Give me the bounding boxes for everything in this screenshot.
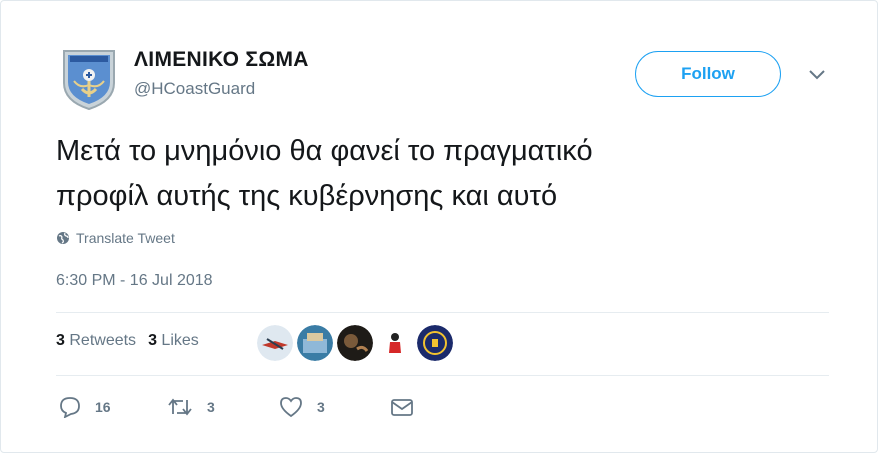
translate-tweet-link[interactable]: Translate Tweet [56,229,175,247]
likers-avatars [257,325,457,361]
follow-button[interactable]: Follow [635,51,781,97]
like-count: 3 [317,399,325,415]
divider [56,312,829,313]
likes-stat[interactable]: 3 Likes [148,332,199,350]
chevron-down-icon[interactable] [807,67,827,81]
retweets-stat[interactable]: 3 Retweets [56,332,136,350]
direct-message-button[interactable] [390,395,414,419]
divider [56,375,829,376]
retweet-icon [168,398,192,416]
message-icon [391,399,413,416]
liker-avatar[interactable] [337,325,373,361]
engagement-stats: 3 Retweets 3 Likes [56,332,211,350]
retweet-count: 3 [207,399,215,415]
liker-avatar[interactable] [377,325,413,361]
liker-avatar[interactable] [257,325,293,361]
liker-avatar[interactable] [297,325,333,361]
likes-label: Likes [161,332,199,349]
likes-count: 3 [148,332,157,349]
reply-icon [60,397,80,418]
reply-button[interactable]: 16 [59,395,111,419]
retweets-label: Retweets [69,332,137,349]
liker-avatar[interactable] [417,325,453,361]
retweet-button[interactable]: 3 [167,395,215,419]
tweet-text-line: Μετά το μνημόνιο θα φανεί το πραγματικό [56,135,593,167]
tweet-text-line: προφίλ αυτής της κυβέρνησης και αυτό [56,180,558,212]
user-handle[interactable]: @HCoastGuard [134,79,255,99]
like-button[interactable]: 3 [279,395,325,419]
reply-count: 16 [95,399,111,415]
heart-icon [280,397,302,418]
tweet-card: ΛΙΜΕΝΙΚΟ ΣΩΜΑ @HCoastGuard Follow Μετά τ… [0,0,878,453]
retweets-count: 3 [56,332,65,349]
timestamp[interactable]: 6:30 PM - 16 Jul 2018 [56,272,213,290]
avatar[interactable] [60,45,118,111]
translate-label: Translate Tweet [76,230,175,246]
display-name[interactable]: ΛΙΜΕΝΙΚΟ ΣΩΜΑ [134,48,309,72]
tweet-text: Μετά το μνημόνιο θα φανεί το πραγματικό … [56,129,836,219]
globe-icon [57,232,69,244]
